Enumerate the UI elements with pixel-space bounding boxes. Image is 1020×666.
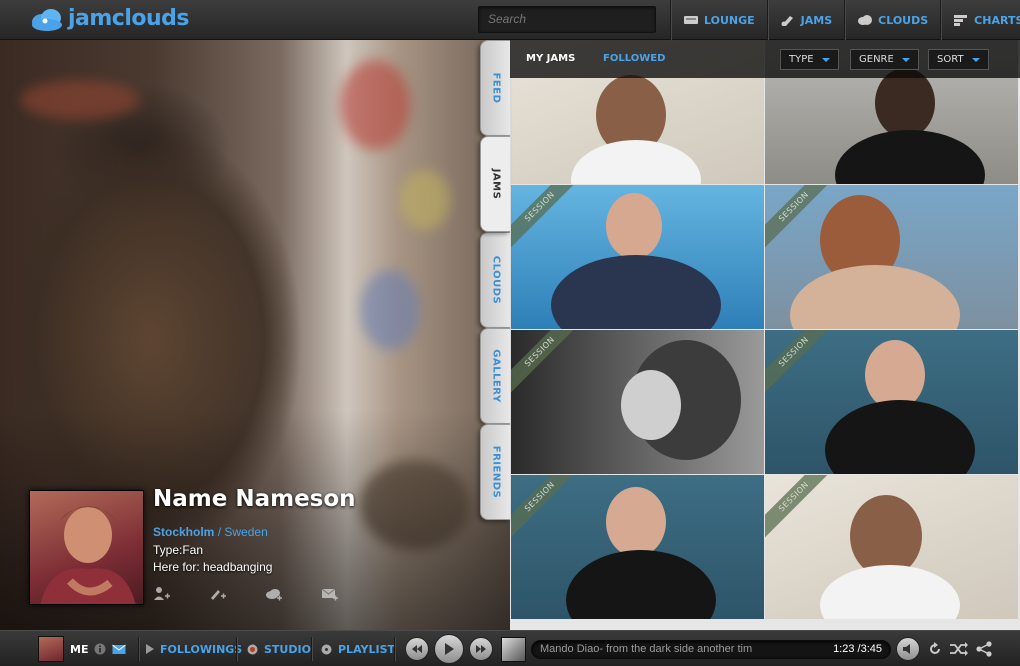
tab-clouds-label: CLOUDS: [490, 255, 501, 305]
track-title: Mando Diao- from the dark side another t…: [540, 643, 753, 655]
jam-tile[interactable]: SESSION: [765, 185, 1018, 329]
app: jamclouds Search LOUNGE JAMS CLOUDS CHAR…: [0, 0, 1020, 666]
jam-tile[interactable]: SESSION: [511, 185, 764, 329]
profile-avatar[interactable]: [29, 490, 144, 605]
track-artwork[interactable]: [501, 636, 526, 662]
tab-gallery-label: GALLERY: [490, 349, 501, 403]
followings-button[interactable]: FOLLOWINGS: [146, 631, 242, 666]
previous-button[interactable]: [405, 637, 429, 661]
now-playing-track[interactable]: Mando Diao- from the dark side another t…: [531, 640, 891, 659]
messages-icon[interactable]: [112, 643, 128, 655]
jam-tile[interactable]: SESSION: [511, 330, 764, 474]
jam-tile[interactable]: SESSION: [765, 330, 1018, 474]
info-icon[interactable]: [94, 643, 106, 655]
tab-jams[interactable]: JAMS: [480, 136, 510, 232]
next-icon: [476, 645, 486, 653]
tab-friends-label: FRIENDS: [490, 445, 501, 499]
search-input[interactable]: Search: [478, 6, 656, 33]
tab-feed[interactable]: FEED: [480, 40, 510, 136]
track-time: 1:23 /3:45: [833, 643, 882, 655]
cloud-logo-icon: [30, 7, 64, 31]
nav-clouds-label: CLOUDS: [878, 13, 929, 27]
profile-actions: [153, 586, 339, 602]
playlist-label: PLAYLIST: [338, 642, 396, 656]
profile-location: Stockholm / Sweden: [153, 525, 268, 539]
add-friend-icon[interactable]: [153, 586, 171, 602]
lounge-icon: [684, 16, 698, 24]
add-cloud-icon[interactable]: [265, 586, 283, 602]
filter-sort-label: SORT: [937, 54, 964, 65]
tab-friends[interactable]: FRIENDS: [480, 424, 510, 520]
filter-sort[interactable]: SORT: [928, 49, 989, 70]
session-ribbon: SESSION: [511, 475, 585, 542]
filter-type[interactable]: TYPE: [780, 49, 839, 70]
speaker-icon: [903, 644, 910, 654]
session-ribbon: SESSION: [765, 330, 839, 397]
share-icon[interactable]: [976, 641, 992, 657]
nav-clouds[interactable]: CLOUDS: [844, 0, 940, 40]
nav-charts[interactable]: CHARTS: [940, 0, 1020, 40]
shuffle-icon[interactable]: [950, 642, 968, 656]
session-ribbon: SESSION: [765, 475, 839, 542]
jam-tile[interactable]: SESSION: [765, 475, 1018, 619]
add-jam-icon[interactable]: [209, 586, 227, 602]
side-tabs: FEED CLOUDS GALLERY FRIENDS JAMS: [480, 40, 510, 630]
subtab-followed[interactable]: FOLLOWED: [603, 53, 665, 64]
disc-icon: [321, 644, 332, 654]
tab-jams-label: JAMS: [490, 168, 501, 200]
nav-jams-label: JAMS: [800, 13, 833, 27]
nav-lounge-label: LOUNGE: [704, 13, 755, 27]
filter-type-label: TYPE: [789, 54, 814, 65]
previous-icon: [412, 645, 422, 653]
play-button[interactable]: [434, 634, 464, 664]
me-label[interactable]: ME: [70, 643, 88, 656]
record-icon: [247, 644, 258, 654]
cloud-icon: [858, 15, 873, 25]
filter-genre[interactable]: GENRE: [850, 49, 919, 70]
arrow-right-icon: [146, 644, 154, 654]
charts-icon: [954, 15, 968, 26]
top-bar: jamclouds Search LOUNGE JAMS CLOUDS CHAR…: [0, 0, 1020, 40]
volume-button[interactable]: [896, 637, 920, 661]
jams-subnav: MY JAMS FOLLOWED TYPE GENRE SORT: [510, 40, 1020, 78]
filter-genre-label: GENRE: [859, 54, 894, 65]
profile-name: Name Nameson: [153, 486, 356, 512]
profile-cover: Name Nameson Stockholm / Sweden Type:Fan…: [0, 40, 510, 630]
repeat-icon[interactable]: [928, 642, 942, 656]
jam-tile[interactable]: SESSION: [511, 475, 764, 619]
subtab-my-jams[interactable]: MY JAMS: [526, 53, 575, 64]
profile-type: Type:Fan: [153, 543, 204, 557]
nav-lounge[interactable]: LOUNGE: [670, 0, 767, 40]
followings-label: FOLLOWINGS: [160, 642, 243, 656]
playlist-button[interactable]: PLAYLIST: [321, 631, 395, 666]
studio-button[interactable]: STUDIO: [247, 631, 311, 666]
nav-charts-label: CHARTS: [974, 13, 1020, 27]
profile-country[interactable]: Sweden: [224, 525, 267, 539]
profile-here-for: Here for: headbanging: [153, 560, 273, 574]
next-button[interactable]: [469, 637, 493, 661]
dropdown-caret-icon: [971, 57, 980, 62]
brand-name: jamclouds: [68, 6, 190, 31]
send-message-icon[interactable]: [321, 586, 339, 602]
jams-icon: [781, 16, 793, 26]
session-ribbon: SESSION: [511, 330, 585, 397]
tab-gallery[interactable]: GALLERY: [480, 328, 510, 424]
studio-label: STUDIO: [264, 642, 311, 656]
dropdown-caret-icon: [901, 57, 910, 62]
jams-panel: MY JAMS FOLLOWED TYPE GENRE SORT SESSION…: [510, 40, 1020, 630]
profile-city[interactable]: Stockholm: [153, 525, 214, 539]
tab-clouds[interactable]: CLOUDS: [480, 232, 510, 328]
location-separator: /: [217, 525, 222, 539]
dropdown-caret-icon: [821, 57, 830, 62]
logo[interactable]: jamclouds: [30, 6, 190, 31]
play-icon: [445, 643, 454, 655]
player-bar: ME FOLLOWINGS STUDIO PLAYLIST Mando Diao…: [0, 630, 1020, 666]
main-nav: LOUNGE JAMS CLOUDS CHARTS: [670, 0, 1020, 40]
nav-jams[interactable]: JAMS: [766, 0, 844, 40]
session-ribbon: SESSION: [511, 185, 585, 252]
tab-feed-label: FEED: [490, 72, 501, 104]
user-avatar-thumb[interactable]: [38, 636, 64, 662]
